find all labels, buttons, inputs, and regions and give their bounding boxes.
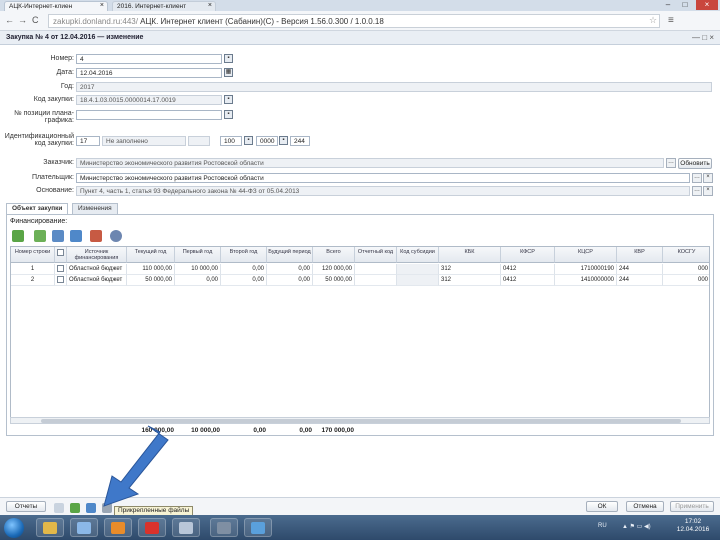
media-icon: [77, 522, 91, 534]
taskbar-app[interactable]: [244, 518, 272, 537]
taskbar-app[interactable]: [172, 518, 200, 537]
pointer-arrow-shape: [103, 425, 169, 507]
taskbar-app[interactable]: [70, 518, 98, 537]
outlook-icon: [111, 522, 125, 534]
tools-icon: [217, 522, 231, 534]
clock-date: 12.04.2016: [676, 526, 710, 533]
start-button-icon[interactable]: [4, 518, 24, 538]
taskbar-app[interactable]: [36, 518, 64, 537]
pointer-arrow-icon: [103, 425, 169, 507]
language-indicator[interactable]: RU: [598, 523, 607, 529]
taskbar-app[interactable]: [210, 518, 238, 537]
network-icon: [179, 522, 193, 534]
page: АЦК-Интернет-клиен × 2016. Интернет-клие…: [0, 0, 720, 540]
yandex-icon: [145, 522, 159, 534]
tray-icons[interactable]: ▲ ⚑ ▭ ◀): [622, 523, 651, 530]
clock-time: 17:02: [684, 518, 702, 525]
monitor-icon: [251, 522, 265, 534]
taskbar-clock[interactable]: 17:02 12.04.2016: [670, 518, 716, 534]
taskbar-app[interactable]: [104, 518, 132, 537]
taskbar-app[interactable]: [138, 518, 166, 537]
explorer-icon: [43, 522, 57, 534]
